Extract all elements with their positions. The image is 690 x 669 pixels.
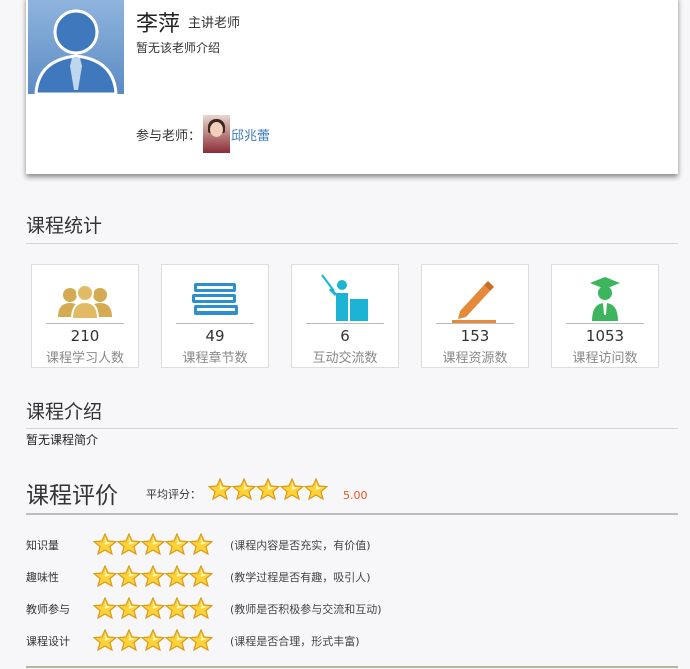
stat-value: 49 (205, 327, 225, 345)
star-icon (164, 532, 190, 556)
rating-description: (教学过程是否有趣，吸引人) (230, 571, 371, 584)
rating-label: 趣味性 (26, 571, 59, 584)
star-icon (188, 596, 214, 620)
rating-stars[interactable] (92, 564, 214, 588)
teacher-name: 李萍 (136, 12, 181, 37)
pencil-icon (452, 281, 496, 323)
star-icon (188, 628, 214, 652)
star-icon (116, 628, 142, 652)
star-icon (92, 596, 118, 620)
average-stars (207, 477, 329, 501)
rating-label: 课程设计 (26, 635, 70, 648)
stat-value: 210 (70, 327, 100, 345)
star-icon (140, 628, 166, 652)
rating-label: 教师参与 (26, 603, 70, 616)
star-icon (140, 532, 166, 556)
teacher-avatar (28, 0, 124, 94)
star-icon (164, 596, 190, 620)
rating-stars[interactable] (92, 532, 214, 556)
star-icon (116, 564, 142, 588)
participants-label: 参与老师： (136, 128, 202, 144)
intro-title: 课程介绍 (26, 401, 103, 423)
stat-label: 互动交流数 (312, 351, 378, 366)
star-icon (92, 628, 118, 652)
stat-label: 课程学习人数 (45, 351, 124, 366)
star-icon (164, 628, 190, 652)
teacher-presenting-icon (321, 274, 368, 321)
star-icon (92, 564, 118, 588)
books-icon (192, 283, 238, 315)
star-icon (255, 477, 281, 501)
stat-chapters: 49 课程章节数 (161, 264, 269, 368)
rating-description: (课程是否合理，形式丰富) (230, 635, 360, 648)
stat-label: 课程章节数 (182, 351, 248, 366)
stat-value: 1053 (585, 327, 625, 345)
rating-row: 教师参与 (教师是否积极参与交流和互动) (26, 596, 666, 621)
participant-link[interactable]: 邱兆蕾 (231, 125, 270, 144)
default-avatar-icon (34, 9, 118, 94)
star-icon (140, 596, 166, 620)
star-icon (303, 477, 329, 501)
stat-value: 6 (340, 327, 350, 345)
evaluation-title: 课程评价 (26, 483, 118, 509)
teacher-intro: 暂无该老师介绍 (136, 41, 221, 55)
people-icon (58, 284, 112, 320)
rating-label: 知识量 (26, 539, 59, 552)
teacher-role: 主讲老师 (188, 16, 241, 31)
star-icon (207, 477, 233, 501)
rating-description: (教师是否积极参与交流和互动) (230, 603, 382, 616)
star-icon (116, 596, 142, 620)
teacher-card: 李萍 主讲老师 暂无该老师介绍 参与老师： 邱兆蕾 (26, 0, 678, 174)
star-icon (188, 532, 214, 556)
divider (26, 428, 678, 429)
star-icon (140, 564, 166, 588)
stat-interactions: 6 互动交流数 (291, 264, 399, 368)
average-score: 5.00 (343, 489, 368, 502)
stat-resources: 153 课程资源数 (421, 264, 529, 368)
star-icon (279, 477, 305, 501)
star-icon (188, 564, 214, 588)
rating-row: 趣味性 (教学过程是否有趣，吸引人) (26, 564, 666, 589)
rating-stars[interactable] (92, 628, 214, 652)
participants: 参与老师： 邱兆蕾 (136, 114, 270, 154)
star-icon (92, 532, 118, 556)
stat-value: 153 (460, 327, 490, 345)
star-icon (164, 564, 190, 588)
graduate-icon (590, 277, 620, 321)
stat-visits: 1053 课程访问数 (551, 264, 659, 368)
stat-label: 课程资源数 (442, 351, 508, 366)
rating-stars[interactable] (92, 596, 214, 620)
rating-row: 知识量 (课程内容是否充实，有价值) (26, 532, 666, 557)
stat-learners: 210 课程学习人数 (31, 264, 139, 368)
star-icon (116, 532, 142, 556)
stats-title: 课程统计 (26, 215, 103, 237)
bottom-divider (26, 666, 678, 668)
rating-row: 课程设计 (课程是否合理，形式丰富) (26, 628, 666, 653)
stat-label: 课程访问数 (572, 351, 638, 366)
divider (26, 513, 678, 515)
intro-text: 暂无课程简介 (26, 433, 99, 447)
participant-photo[interactable] (203, 115, 231, 153)
divider (26, 243, 678, 244)
average-label: 平均评分： (146, 488, 201, 501)
rating-description: (课程内容是否充实，有价值) (230, 539, 371, 552)
star-icon (231, 477, 257, 501)
